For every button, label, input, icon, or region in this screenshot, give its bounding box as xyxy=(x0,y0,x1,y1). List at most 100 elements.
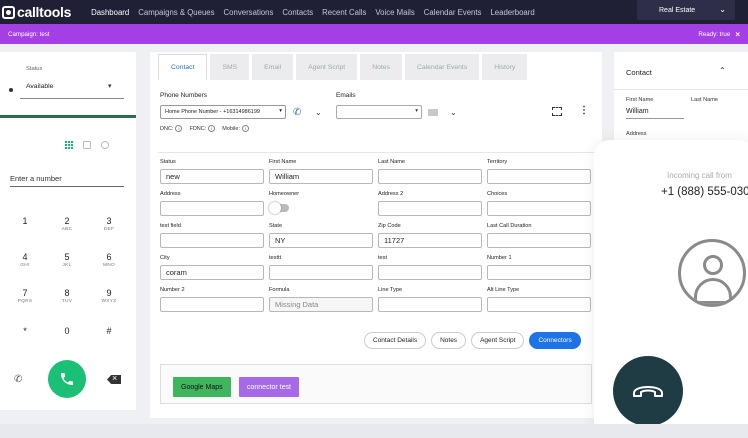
address-input[interactable] xyxy=(160,201,264,216)
chevron-down-icon[interactable]: ▾ xyxy=(108,82,112,90)
chevron-down-icon: ⌄ xyxy=(719,5,726,14)
connectors-button[interactable]: Connectors xyxy=(529,332,581,349)
chevron-up-icon[interactable]: ⌃ xyxy=(719,66,726,75)
expand-icon[interactable] xyxy=(552,107,562,116)
test-input[interactable] xyxy=(378,265,482,280)
key-9[interactable]: 9 WXYZ xyxy=(94,288,124,304)
contact-details-button[interactable]: Contact Details xyxy=(364,332,427,349)
status-label: Status xyxy=(26,66,43,72)
status-selector[interactable]: Status Available ▾ xyxy=(0,52,136,118)
incoming-call-popup: Incoming call from +1 (888) 555-0300 xyxy=(594,140,748,438)
testtt-input[interactable] xyxy=(269,265,373,280)
transfer-call-icon[interactable]: ✆ xyxy=(14,374,22,385)
field-state: State NY xyxy=(269,223,373,248)
tab-agent-script[interactable]: Agent Script xyxy=(296,54,358,80)
tab-notes[interactable]: Notes xyxy=(360,54,402,80)
field-test: test xyxy=(378,255,482,280)
status-input[interactable]: new xyxy=(160,169,264,184)
key-3[interactable]: 3 DEF xyxy=(94,216,124,232)
phone-call-icon[interactable]: ✆ xyxy=(293,107,301,118)
first-name-input[interactable]: William xyxy=(269,169,373,184)
account-select[interactable]: Real Estate ⌄ xyxy=(637,0,735,20)
chevron-down-icon[interactable]: ⌄ xyxy=(450,108,457,117)
number-input[interactable]: Enter a number xyxy=(10,174,62,183)
message-icon[interactable] xyxy=(83,141,91,149)
tab-contact[interactable]: Contact xyxy=(158,54,208,80)
tab-email[interactable]: Email xyxy=(252,54,294,80)
key-4[interactable]: 4 GHI xyxy=(10,252,40,268)
nav-item-calendar-events[interactable]: Calendar Events xyxy=(424,8,482,17)
field-last-call-duration: Last Call Duration xyxy=(487,223,591,248)
email-select[interactable]: ▾ xyxy=(336,105,422,119)
nav-item-conversations[interactable]: Conversations xyxy=(224,8,274,17)
city-input[interactable]: coram xyxy=(160,265,264,280)
key-1[interactable]: 1 xyxy=(10,216,40,227)
state-input[interactable]: NY xyxy=(269,233,373,248)
number-1-input[interactable] xyxy=(487,265,591,280)
key-7[interactable]: 7 PQRS xyxy=(10,288,40,304)
info-icon[interactable]: i xyxy=(208,125,216,132)
phone-icon xyxy=(61,373,73,385)
backspace-icon[interactable] xyxy=(107,375,121,384)
phone-email-section: Phone Numbers Home Phone Number - +16314… xyxy=(158,80,602,140)
field-number-1: Number 1 xyxy=(487,255,591,280)
tab-history[interactable]: History xyxy=(482,54,528,80)
more-options-icon[interactable]: ⋮ xyxy=(579,105,589,116)
chevron-down-icon[interactable]: ⌄ xyxy=(315,108,322,117)
info-icon[interactable]: i xyxy=(175,125,183,132)
connector-test-button[interactable]: connector test xyxy=(239,377,299,397)
homeowner-toggle[interactable] xyxy=(269,202,289,214)
territory-input[interactable] xyxy=(487,169,591,184)
last-name-input[interactable] xyxy=(378,169,482,184)
info-icon[interactable]: i xyxy=(242,125,249,132)
choices-input[interactable] xyxy=(487,201,591,216)
field-test-field: test field xyxy=(160,223,264,248)
dnc-label: DNC: xyxy=(160,125,174,132)
key-2[interactable]: 2 ABC xyxy=(52,216,82,232)
google-maps-button[interactable]: Google Maps xyxy=(173,377,231,397)
caller-avatar-icon xyxy=(678,239,746,307)
line-type-input[interactable] xyxy=(378,297,482,312)
key-hash[interactable]: # xyxy=(94,326,124,336)
key-0[interactable]: 0 xyxy=(52,326,82,336)
nav-item-dashboard[interactable]: Dashboard xyxy=(91,8,129,17)
last-call-duration-input[interactable] xyxy=(487,233,591,248)
agent-script-button[interactable]: Agent Script xyxy=(471,332,525,349)
address-2-input[interactable] xyxy=(378,201,482,216)
zip-code-input[interactable]: 11727 xyxy=(378,233,482,248)
key-star[interactable]: * xyxy=(10,326,40,336)
tab-sms[interactable]: SMS xyxy=(210,54,250,80)
key-5[interactable]: 5 JKL xyxy=(52,252,82,268)
hangup-button[interactable] xyxy=(613,356,683,426)
nav-item-voice-mails[interactable]: Voice Mails xyxy=(375,8,414,17)
field-homeowner: Homeowner xyxy=(269,191,373,214)
field-alt-line-type: Alt Line Type xyxy=(487,287,591,312)
nav-item-contacts[interactable]: Contacts xyxy=(282,8,313,17)
call-button[interactable] xyxy=(48,360,86,398)
field-first-name: First Name William xyxy=(269,159,373,184)
field-address: Address xyxy=(160,191,264,216)
test-field-input[interactable] xyxy=(160,233,264,248)
mail-icon[interactable] xyxy=(428,109,438,116)
close-icon[interactable]: × xyxy=(735,30,740,39)
tab-calendar-events[interactable]: Calendar Events xyxy=(404,54,480,80)
fdnc-label: FDNC: xyxy=(189,125,207,132)
alt-line-type-input[interactable] xyxy=(487,297,591,312)
key-8[interactable]: 8 TUV xyxy=(52,288,82,304)
status-value[interactable]: Available xyxy=(26,83,53,90)
phone-number-select[interactable]: Home Phone Number - +16314986199 ▾ xyxy=(160,105,286,119)
key-6[interactable]: 6 MNO xyxy=(94,252,124,268)
nav-item-campaigns[interactable]: Campaigns & Queues xyxy=(138,8,214,17)
first-name-value[interactable]: William xyxy=(626,108,649,115)
nav-item-recent-calls[interactable]: Recent Calls xyxy=(322,8,366,17)
dialer-panel: Status Available ▾ Enter a number 1 2 ABC… xyxy=(0,52,136,410)
nav-item-leaderboard[interactable]: Leaderboard xyxy=(490,8,534,17)
notes-button[interactable]: Notes xyxy=(431,332,467,349)
field-zip-code: Zip Code 11727 xyxy=(378,223,482,248)
campaign-bar: Campaign: test Ready: true × xyxy=(0,24,748,44)
number-2-input[interactable] xyxy=(160,297,264,312)
recent-icon[interactable] xyxy=(101,141,109,149)
logo[interactable]: calltools xyxy=(2,4,71,20)
field-address-2: Address 2 xyxy=(378,191,482,216)
keypad-icon[interactable] xyxy=(65,141,73,149)
